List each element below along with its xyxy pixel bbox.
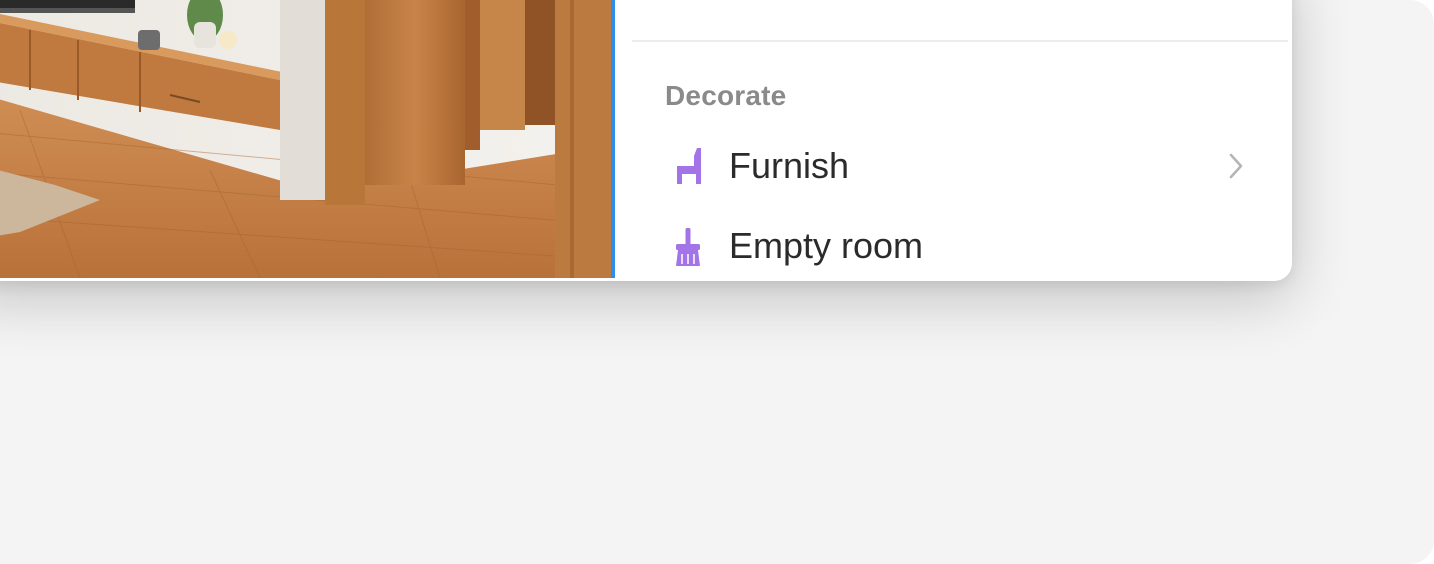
chair-icon (670, 146, 706, 186)
broom-icon (670, 226, 706, 266)
room-photo-illustration (0, 0, 612, 278)
menu-item-furnish[interactable]: Furnish (632, 134, 1272, 198)
panel-divider (632, 40, 1288, 42)
menu-item-label: Empty room (729, 225, 924, 266)
chevron-right-icon (1226, 152, 1246, 180)
menu-item-label: Furnish (729, 145, 850, 186)
room-photo[interactable] (0, 0, 612, 278)
menu-item-empty-room[interactable]: Empty room (632, 214, 1272, 278)
section-title-decorate: Decorate (665, 80, 787, 111)
canvas-background: Decorate Furnish Empty room (0, 0, 1434, 564)
edit-options-panel: Decorate Furnish Empty room (632, 0, 1292, 281)
image-selection-border (611, 0, 615, 278)
app-window: Decorate Furnish Empty room (0, 0, 1292, 281)
